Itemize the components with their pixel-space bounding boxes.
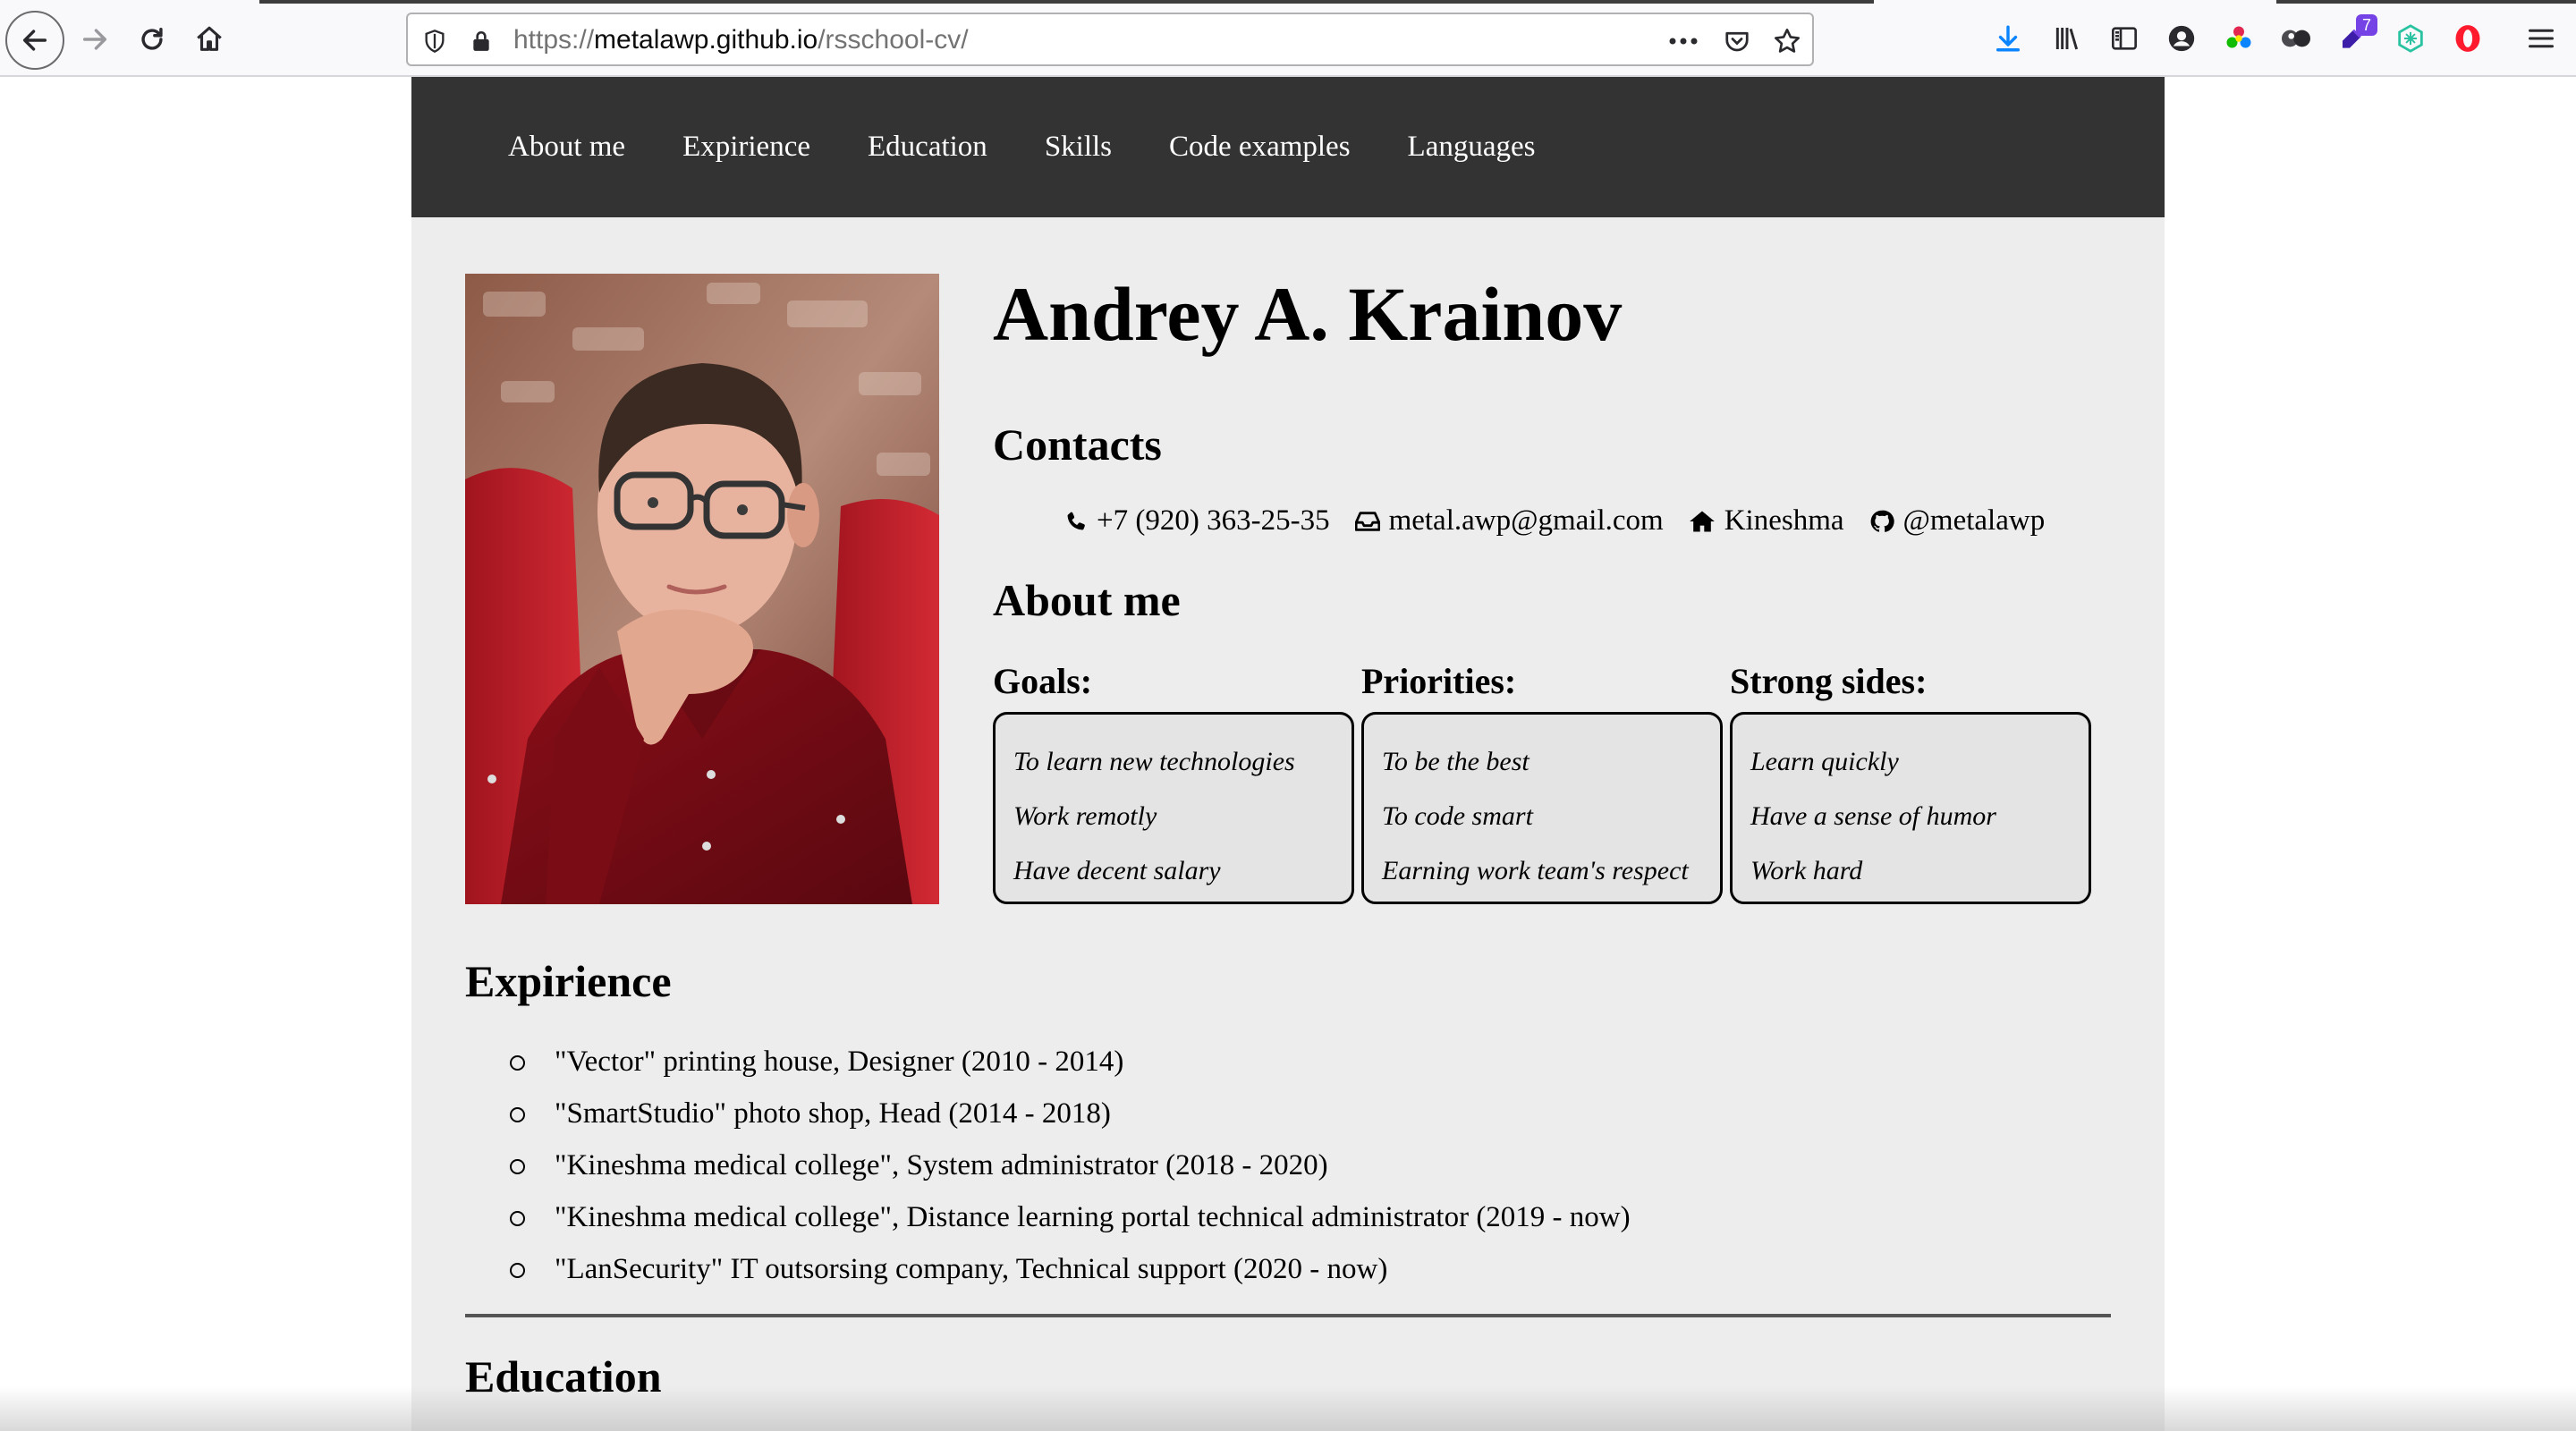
priorities-heading: Priorities: (1361, 661, 1517, 701)
cv-page: About me Expirience Education Skills Cod… (411, 77, 2165, 1431)
shield-icon[interactable] (417, 23, 453, 59)
github-icon (1870, 510, 1894, 532)
phone-icon (1067, 512, 1085, 529)
inbox-icon (1354, 511, 1380, 531)
lock-icon[interactable] (463, 23, 499, 59)
goals-box: To learn new technologies Work remotly H… (993, 712, 1354, 904)
nav-about-me[interactable]: About me (508, 131, 625, 164)
browser-toolbar: https://metalawp.github.io/rsschool-cv/ … (0, 0, 2576, 77)
experience-heading: Expirience (465, 956, 672, 1006)
url-host: metalawp.github.io (594, 25, 818, 55)
section-divider (465, 1314, 2111, 1317)
contact-city: Kineshma (1689, 504, 1844, 538)
list-item: "Kineshma medical college", Distance lea… (510, 1191, 1631, 1243)
extension-badge: 7 (2356, 14, 2377, 36)
goal-item: To learn new technologies (1013, 747, 1295, 776)
vpn-icon[interactable] (2390, 18, 2431, 59)
priority-item: To code smart (1382, 801, 1533, 831)
download-icon[interactable] (1987, 18, 2029, 59)
account-icon[interactable] (2161, 18, 2202, 59)
contacts-heading: Contacts (993, 419, 1162, 470)
page-viewport: About me Expirience Education Skills Cod… (0, 77, 2576, 1431)
person-name: Andrey A. Krainov (993, 271, 1623, 357)
reload-button[interactable] (125, 13, 179, 66)
nav-languages[interactable]: Languages (1408, 131, 1536, 164)
goal-item: Work remotly (1013, 801, 1157, 831)
home-button[interactable] (182, 13, 236, 66)
forward-arrow-icon (82, 29, 107, 50)
contact-github[interactable]: @metalawp (1869, 504, 2046, 538)
email-address: metal.awp@gmail.com (1388, 504, 1664, 537)
home-icon (197, 26, 222, 51)
bottom-shadow (0, 1386, 2576, 1431)
bookmark-star-icon[interactable] (1769, 23, 1805, 59)
strong-sides-heading: Strong sides: (1730, 661, 1928, 701)
goals-heading: Goals: (993, 661, 1093, 701)
more-dots-icon[interactable] (1665, 23, 1701, 59)
extension-badge-icon[interactable]: 7 (2333, 14, 2377, 59)
extension-icon[interactable] (2275, 18, 2317, 59)
pocket-icon[interactable] (1719, 23, 1755, 59)
library-icon[interactable] (2046, 18, 2088, 59)
goal-item: Have decent salary (1013, 856, 1221, 885)
city-name: Kineshma (1724, 504, 1844, 537)
list-item: "SmartStudio" photo shop, Head (2014 - 2… (510, 1088, 1631, 1139)
nav-skills[interactable]: Skills (1045, 131, 1112, 164)
priority-item: Earning work team's respect (1382, 856, 1689, 885)
strong-side-item: Work hard (1750, 856, 1863, 885)
tab-indicator (259, 0, 1874, 4)
phone-number: +7 (920) 363-25-35 (1097, 504, 1330, 537)
reload-icon (141, 27, 163, 50)
url-scheme: https:// (513, 25, 595, 55)
url-text[interactable]: https://metalawp.github.io/rsschool-cv/ (513, 25, 969, 55)
sidebar-icon[interactable] (2104, 18, 2145, 59)
contact-email[interactable]: metal.awp@gmail.com (1354, 504, 1664, 538)
priorities-box: To be the best To code smart Earning wor… (1361, 712, 1723, 904)
tab-indicator-secondary (2276, 0, 2576, 4)
nav-experience[interactable]: Expirience (682, 131, 810, 164)
list-item: "Kineshma medical college", System admin… (510, 1139, 1631, 1191)
menu-icon[interactable] (2521, 18, 2562, 59)
strong-side-item: Have a sense of humor (1750, 801, 1996, 831)
colorful-extension-icon[interactable] (2218, 18, 2259, 59)
experience-list: "Vector" printing house, Designer (2010 … (510, 1036, 1631, 1295)
url-path: /rsschool-cv/ (818, 25, 969, 55)
back-button[interactable] (5, 11, 64, 70)
priority-item: To be the best (1382, 747, 1530, 776)
profile-photo (465, 274, 939, 904)
back-arrow-icon (22, 30, 47, 51)
list-item: "LanSecurity" IT outsorsing company, Tec… (510, 1243, 1631, 1295)
forward-button[interactable] (68, 13, 122, 66)
list-item: "Vector" printing house, Designer (2010 … (510, 1036, 1631, 1088)
strong-side-item: Learn quickly (1750, 747, 1899, 776)
nav-education[interactable]: Education (868, 131, 987, 164)
nav-code-examples[interactable]: Code examples (1169, 131, 1351, 164)
contacts-list: +7 (920) 363-25-35 metal.awp@gmail.com K… (1064, 504, 2045, 538)
opera-icon[interactable] (2447, 18, 2488, 59)
url-bar[interactable]: https://metalawp.github.io/rsschool-cv/ (406, 13, 1814, 66)
strong-sides-box: Learn quickly Have a sense of humor Work… (1730, 712, 2091, 904)
contact-phone[interactable]: +7 (920) 363-25-35 (1064, 504, 1330, 538)
github-handle: @metalawp (1902, 504, 2046, 537)
site-navigation: About me Expirience Education Skills Cod… (411, 77, 2165, 217)
about-heading: About me (993, 575, 1181, 625)
home-icon (1689, 510, 1715, 532)
